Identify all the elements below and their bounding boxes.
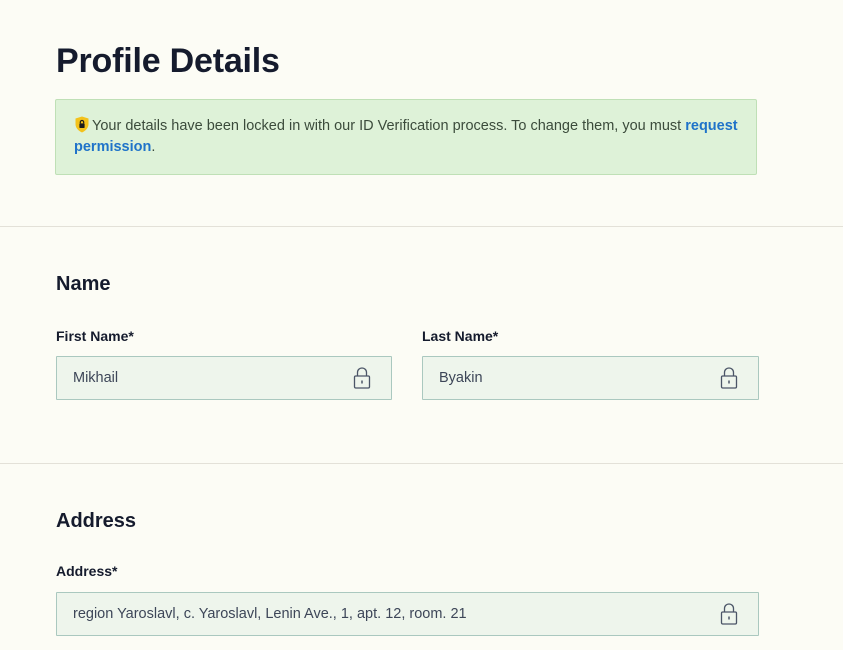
first-name-value: Mikhail (73, 370, 119, 386)
last-name-label: Last Name* (422, 328, 499, 344)
verification-notice: Your details have been locked in with ou… (55, 99, 757, 175)
address-value: region Yaroslavl, c. Yaroslavl, Lenin Av… (73, 606, 467, 622)
first-name-label: First Name* (56, 328, 134, 344)
lock-icon (720, 365, 738, 391)
last-name-value: Byakin (439, 370, 483, 386)
shield-icon (74, 116, 90, 133)
divider (0, 226, 843, 227)
lock-icon (353, 365, 371, 391)
address-field[interactable]: region Yaroslavl, c. Yaroslavl, Lenin Av… (56, 592, 759, 636)
address-section-heading: Address (56, 510, 137, 532)
notice-text: Your details have been locked in with ou… (92, 118, 686, 134)
last-name-field[interactable]: Byakin (422, 356, 759, 400)
page-header: Profile Details (56, 40, 760, 82)
notice-text-end: . (151, 139, 156, 155)
address-label: Address* (56, 563, 118, 579)
page-title: Profile Details (56, 42, 280, 80)
lock-icon (720, 601, 738, 627)
name-section-heading: Name (56, 273, 111, 295)
first-name-field[interactable]: Mikhail (56, 356, 392, 400)
divider (0, 463, 843, 464)
